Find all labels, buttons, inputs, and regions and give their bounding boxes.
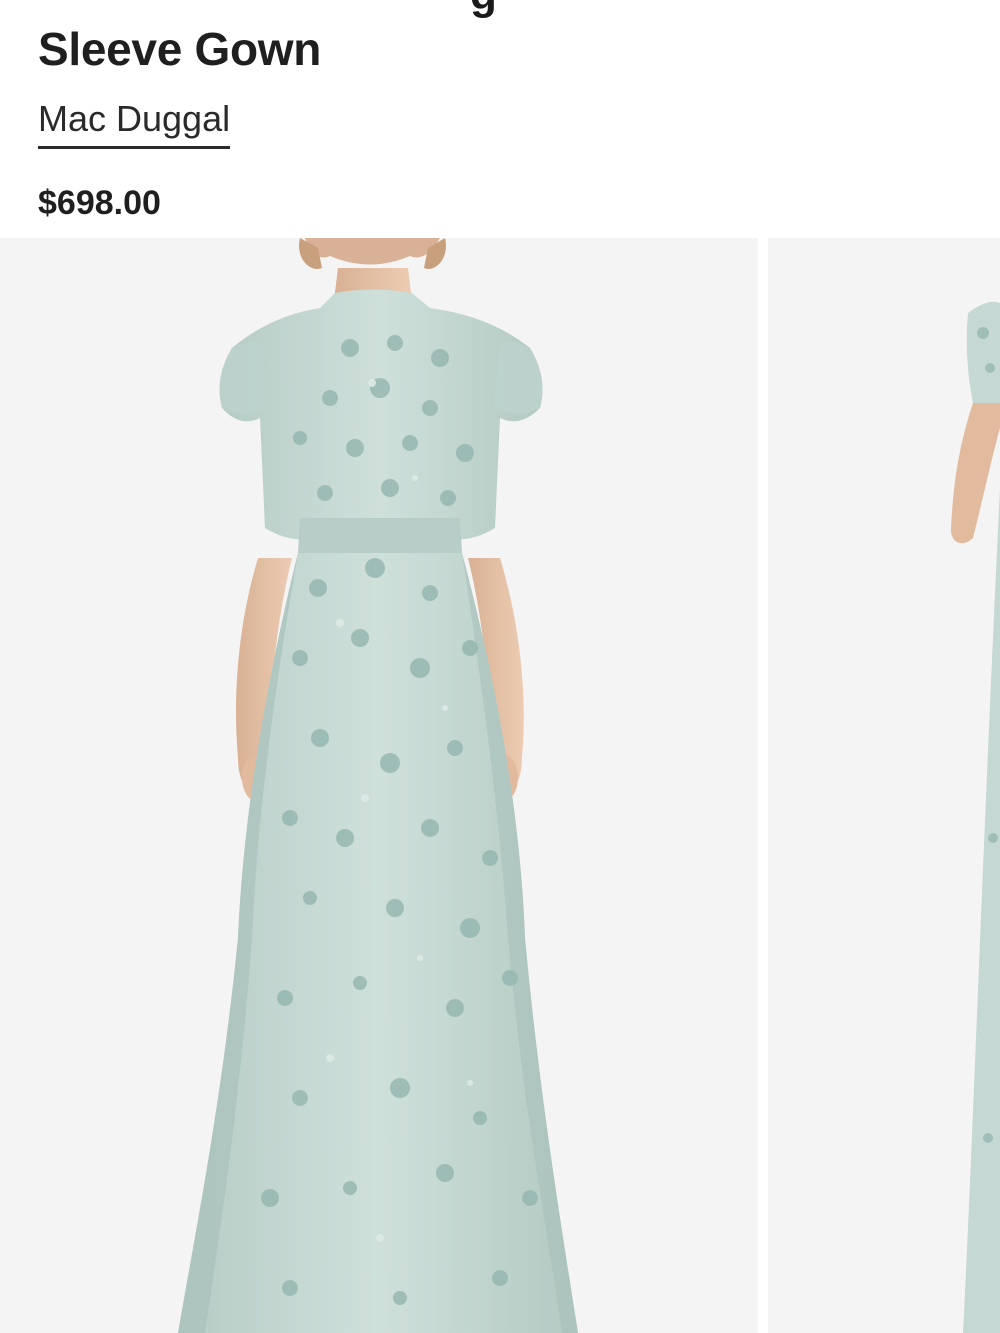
brand-link[interactable]: Mac Duggal xyxy=(38,98,231,149)
gallery-image-front[interactable] xyxy=(0,238,758,1333)
product-header: g Sleeve Gown Mac Duggal $698.00 xyxy=(0,0,1000,238)
side-gown-sleeve xyxy=(966,301,1000,412)
gallery-image-side[interactable] xyxy=(768,238,1000,1333)
gown-bodice xyxy=(219,289,543,540)
gown-front-photo xyxy=(0,238,758,1333)
product-title-overflow-line: g xyxy=(470,0,497,20)
gown-side-photo xyxy=(768,238,1000,1333)
product-title: Sleeve Gown xyxy=(38,23,322,75)
product-page: g Sleeve Gown Mac Duggal $698.00 xyxy=(0,0,1000,1333)
gown-waistband xyxy=(298,518,462,553)
product-price: $698.00 xyxy=(38,184,161,222)
product-image-gallery[interactable] xyxy=(0,238,1000,1333)
